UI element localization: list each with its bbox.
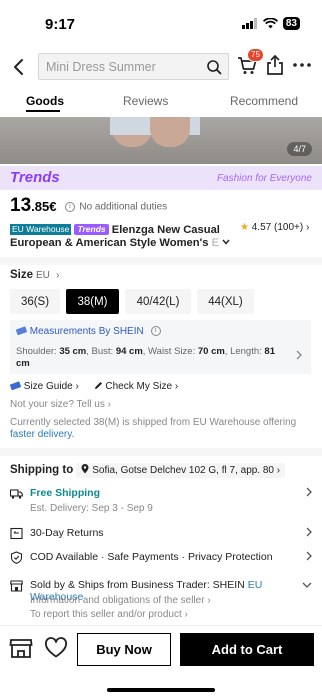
size-option-38[interactable]: 38(M) — [66, 289, 119, 314]
shield-icon — [10, 551, 23, 564]
search-input[interactable]: Mini Dress Summer — [46, 60, 156, 74]
free-shipping-label: Free Shipping — [30, 487, 101, 499]
not-your-size-link[interactable]: Not your size? Tell us › — [10, 399, 111, 410]
seller-info-link[interactable]: Information and obligations of the selle… — [30, 595, 211, 606]
seller-row[interactable]: Sold by & Ships from Business Trader: SH… — [10, 579, 312, 621]
info-icon[interactable]: i — [64, 201, 75, 212]
eu-warehouse-badge: EU Warehouse — [10, 224, 72, 235]
share-icon[interactable] — [265, 54, 285, 76]
trends-logo: Trends — [10, 169, 60, 186]
chevron-down-icon[interactable] — [302, 582, 312, 588]
size-label-text: Size — [10, 269, 34, 281]
buy-now-button[interactable]: Buy Now — [77, 633, 171, 666]
rating-value: 4.57 — [251, 222, 272, 233]
shipping-to-row[interactable]: Shipping to Sofia, Gotse Delchev 102 G, … — [10, 463, 315, 478]
size-option-44[interactable]: 44(XL) — [197, 289, 254, 314]
status-icons: 83 — [241, 17, 300, 30]
product-title-fade: E — [211, 237, 220, 249]
section-divider — [0, 257, 322, 265]
chevron-right-icon — [306, 551, 312, 561]
size-guide-link[interactable]: Size Guide › — [9, 381, 82, 392]
measurements-title: Measurements By SHEIN i — [15, 326, 161, 337]
star-icon: ★ — [240, 222, 249, 233]
payments-row[interactable]: COD Available · Safe Payments · Privacy … — [10, 551, 312, 565]
info-icon[interactable]: i — [150, 326, 161, 337]
chevron-right-icon — [296, 350, 302, 360]
rating-count: (100+) — [274, 222, 304, 233]
home-indicator[interactable] — [107, 688, 215, 692]
ruler-icon — [9, 381, 22, 391]
image-page-indicator: 4/7 — [287, 142, 312, 156]
shipping-address[interactable]: Sofia, Gotse Delchev 102 G, fl 7, app. 8… — [76, 463, 286, 478]
ruler-icon — [15, 326, 28, 336]
measurements-text: Shoulder: 35 cm, Bust: 94 cm, Waist Size… — [16, 346, 275, 369]
more-icon[interactable] — [292, 62, 312, 68]
search-icon[interactable] — [206, 59, 222, 75]
measurements-panel[interactable]: Measurements By SHEIN i Shoulder: 35 cm,… — [10, 320, 311, 374]
chevron-right-icon — [306, 527, 312, 537]
returns-icon — [10, 527, 23, 540]
search-bar[interactable]: Mini Dress Summer — [38, 53, 229, 80]
battery-icon: 83 — [282, 17, 300, 30]
add-to-cart-button[interactable]: Add to Cart — [180, 633, 314, 666]
wifi-icon — [262, 18, 278, 29]
size-label: Size EU › — [10, 269, 59, 281]
bottom-action-bar: Buy Now Add to Cart — [0, 625, 322, 675]
chevron-down-icon[interactable] — [222, 239, 230, 245]
tab-underline — [26, 110, 60, 112]
price-row: 13.85€ i No additional duties — [10, 195, 310, 219]
size-option-40-42[interactable]: 40/42(L) — [125, 289, 191, 314]
heart-icon[interactable] — [44, 636, 68, 660]
size-option-36[interactable]: 36(S) — [10, 289, 60, 314]
payments-label: COD Available · Safe Payments · Privacy … — [30, 551, 273, 563]
tab-reviews[interactable]: Reviews — [123, 94, 168, 108]
status-time: 9:17 — [45, 16, 76, 33]
product-title[interactable]: EU Warehouse Trends Elenzga New Casual E… — [10, 224, 232, 252]
shipping-label: Shipping to — [10, 464, 74, 476]
selected-size-note: Currently selected 38(M) is shipped from… — [10, 417, 297, 440]
chevron-right-icon: › — [305, 222, 310, 233]
cart-badge: 75 — [247, 48, 264, 62]
free-shipping-row[interactable]: Free Shipping Est. Delivery: Sep 3 - Sep… — [10, 487, 312, 517]
chevron-right-icon — [306, 487, 312, 497]
tab-recommend[interactable]: Recommend — [230, 94, 298, 108]
size-unit[interactable]: EU — [36, 270, 50, 281]
report-seller-link[interactable]: To report this seller and/or product › — [30, 609, 188, 620]
section-divider — [0, 448, 322, 456]
pencil-icon — [94, 382, 102, 389]
store-icon — [10, 580, 23, 592]
rating[interactable]: ★ 4.57 (100+) › — [240, 222, 309, 233]
trends-tagline: Fashion for Everyone — [216, 173, 312, 184]
price-cents: .85€ — [31, 199, 57, 214]
chevron-right-icon: › — [56, 270, 60, 281]
returns-row[interactable]: 30-Day Returns — [10, 527, 312, 541]
top-bar: Mini Dress Summer 75 — [0, 48, 322, 84]
back-icon[interactable] — [8, 56, 30, 78]
location-icon — [81, 464, 89, 474]
duty-note: No additional duties — [79, 201, 168, 213]
product-photo-detail-2 — [150, 117, 190, 147]
estimated-delivery: Est. Delivery: Sep 3 - Sep 9 — [30, 503, 153, 514]
tabs: Goods Reviews Recommend — [0, 88, 322, 116]
check-my-size-link[interactable]: Check My Size › — [94, 381, 178, 392]
truck-icon — [10, 489, 23, 499]
status-bar: 9:17 83 — [0, 0, 322, 48]
signal-icon — [241, 18, 257, 29]
price-main: 13 — [10, 195, 32, 216]
store-icon[interactable] — [9, 636, 33, 660]
tab-goods[interactable]: Goods — [26, 94, 64, 108]
faster-delivery-link[interactable]: faster delivery. — [10, 429, 74, 440]
size-links: Size Guide › Check My Size › — [9, 381, 310, 395]
trends-banner[interactable]: Trends Fashion for Everyone — [0, 166, 322, 190]
returns-label: 30-Day Returns — [30, 527, 104, 539]
product-image[interactable]: 4/7 — [0, 117, 322, 164]
trends-badge: Trends — [74, 224, 109, 235]
